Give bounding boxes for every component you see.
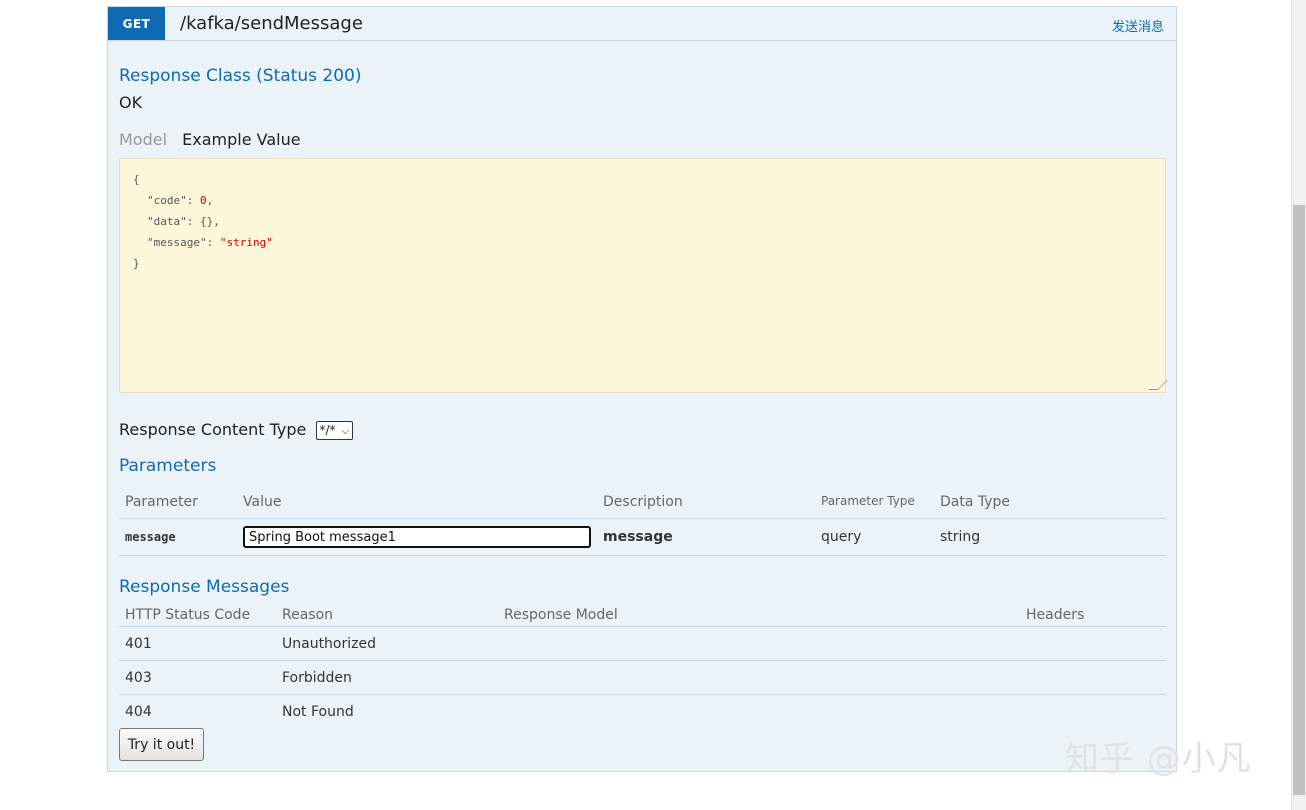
response-class-title: Response Class (Status 200)	[119, 66, 362, 86]
status-reason: Unauthorized	[276, 626, 498, 661]
json-comma: ,	[213, 215, 220, 228]
param-data-type: string	[934, 518, 1166, 556]
parameters-header-row: Parameter Value Description Parameter Ty…	[119, 485, 1166, 519]
endpoint-heading[interactable]: GET /kafka/sendMessage 发送消息	[108, 7, 1176, 41]
status-reason: Not Found	[282, 703, 354, 720]
example-value-snippet[interactable]: { "code": 0, "data": {}, "message": "str…	[119, 158, 1168, 393]
endpoint-summary-link[interactable]: 发送消息	[1112, 16, 1164, 35]
status-code: 404	[125, 703, 152, 720]
response-messages-title: Response Messages	[119, 577, 290, 597]
tab-example-value[interactable]: Example Value	[182, 130, 300, 149]
json-line-data: "data": {},	[133, 211, 1152, 232]
col-headers: Headers	[1020, 603, 1166, 627]
message-value-input[interactable]	[243, 526, 591, 548]
param-description: message	[597, 518, 815, 556]
status-model	[498, 626, 1020, 661]
response-class-status: OK	[119, 93, 143, 112]
json-key: "data"	[147, 215, 187, 228]
endpoint-path[interactable]: /kafka/sendMessage	[180, 13, 363, 34]
watermark: 知乎 @小凡	[1065, 739, 1252, 779]
col-parameter-type: Parameter Type	[815, 485, 934, 519]
json-value: "string"	[219, 236, 273, 249]
table-row: 403 Forbidden	[119, 660, 1166, 695]
chevron-down-icon: ⌵	[341, 426, 350, 437]
response-content-type: Response Content Type */* ⌵	[119, 420, 354, 440]
resize-grip-icon[interactable]	[1148, 380, 1168, 390]
scrollbar-thumb[interactable]	[1293, 205, 1305, 795]
parameters-title: Parameters	[119, 456, 217, 476]
response-messages-table: HTTP Status Code Reason Response Model H…	[119, 603, 1166, 728]
col-reason: Reason	[276, 603, 498, 627]
json-sep: :	[186, 215, 200, 228]
json-value: {}	[200, 215, 214, 228]
content-type-value: */*	[319, 423, 336, 437]
param-type: query	[815, 518, 934, 556]
json-open-brace: {	[133, 173, 140, 186]
col-description: Description	[597, 485, 815, 519]
response-header-row: HTTP Status Code Reason Response Model H…	[119, 603, 1166, 627]
try-it-out-button[interactable]: Try it out!	[119, 728, 204, 761]
signature-tabs: Model Example Value	[119, 130, 301, 149]
page: GET /kafka/sendMessage 发送消息 Response Cla…	[0, 0, 1306, 810]
tab-model[interactable]: Model	[119, 130, 167, 149]
json-sep: :	[206, 236, 220, 249]
table-row: 401 Unauthorized	[119, 626, 1166, 661]
status-headers	[1020, 695, 1166, 729]
json-key: "code"	[147, 194, 187, 207]
status-headers	[1020, 626, 1166, 661]
status-reason: Forbidden	[276, 660, 498, 695]
json-line-code: "code": 0,	[133, 190, 1152, 211]
json-close-brace: }	[133, 257, 140, 270]
parameters-table: Parameter Value Description Parameter Ty…	[119, 485, 1166, 556]
content-type-label: Response Content Type	[119, 420, 307, 439]
json-line-message: "message": "string"	[133, 232, 1152, 253]
status-code: 401	[119, 626, 276, 661]
json-key: "message"	[147, 236, 207, 249]
json-value: 0	[200, 194, 207, 207]
table-row: 404 Not Found	[119, 695, 1166, 729]
col-http-status: HTTP Status Code	[119, 603, 276, 627]
json-sep: :	[186, 194, 200, 207]
json-comma: ,	[206, 194, 214, 207]
col-data-type: Data Type	[934, 485, 1166, 519]
endpoint-panel: GET /kafka/sendMessage 发送消息 Response Cla…	[107, 6, 1177, 772]
col-parameter: Parameter	[119, 485, 237, 519]
status-headers	[1020, 660, 1166, 695]
table-row: message message query string	[119, 518, 1166, 556]
col-value: Value	[237, 485, 597, 519]
col-response-model: Response Model	[498, 603, 1020, 627]
content-type-select[interactable]: */* ⌵	[315, 421, 354, 440]
param-name: message	[119, 518, 237, 556]
vertical-scrollbar[interactable]	[1291, 0, 1306, 810]
status-model	[498, 695, 1020, 729]
status-code: 403	[119, 660, 276, 695]
param-value-cell	[237, 518, 597, 556]
status-model	[498, 660, 1020, 695]
http-method-badge[interactable]: GET	[108, 7, 165, 40]
